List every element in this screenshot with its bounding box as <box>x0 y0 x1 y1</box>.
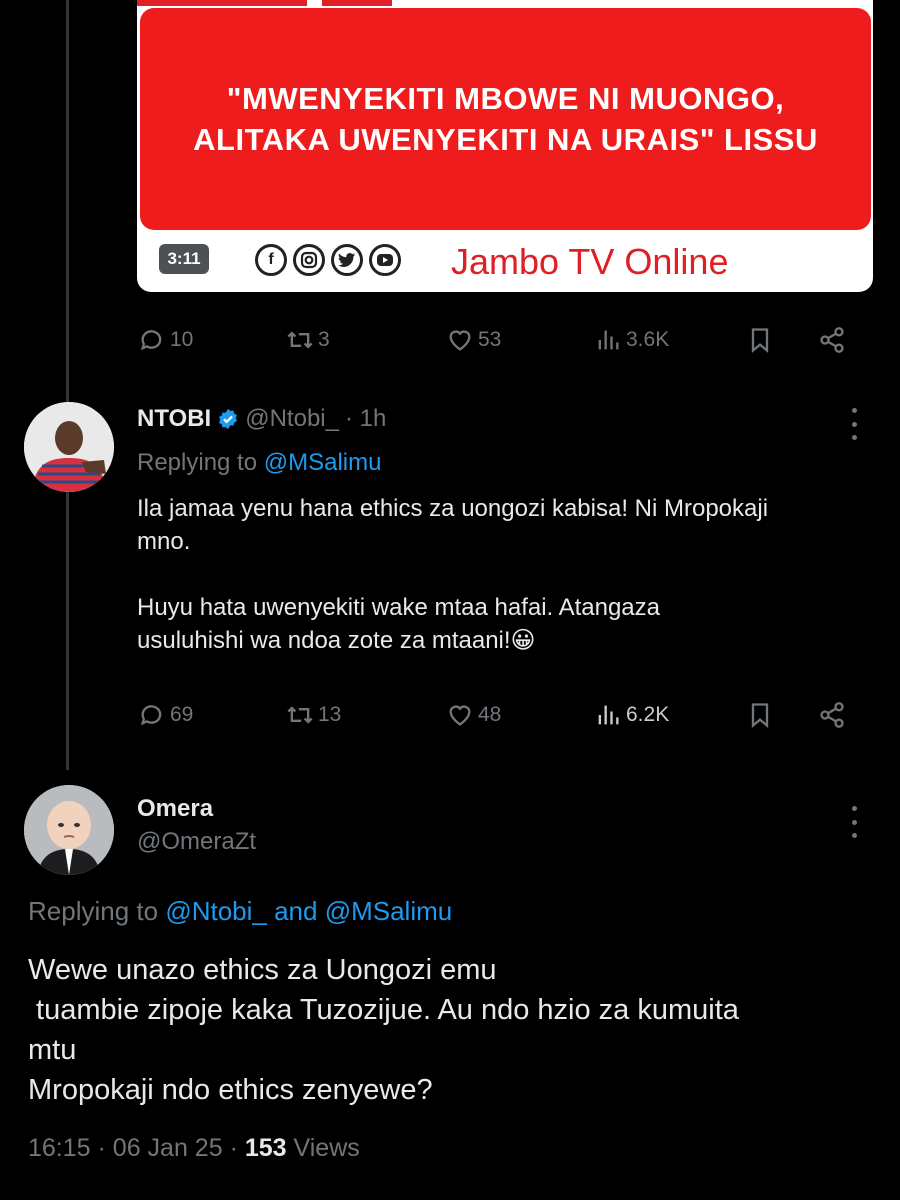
heart-icon <box>449 330 471 351</box>
views-label: Views <box>293 1134 360 1162</box>
like-count: 48 <box>478 703 502 726</box>
bookmark-button[interactable] <box>746 695 774 735</box>
more-options-icon[interactable] <box>852 408 860 440</box>
media-top-strip <box>137 0 873 6</box>
replying-to-link[interactable]: @MSalimu <box>264 449 382 476</box>
bookmark-button[interactable] <box>746 320 774 360</box>
reply-icon <box>140 705 162 726</box>
reply1-text: Ila jamaa yenu hana ethics za uongozi ka… <box>137 492 877 657</box>
retweet-button[interactable]: 13 <box>286 695 341 735</box>
like-button[interactable]: 48 <box>446 695 501 735</box>
headline-line-1: "MWENYEKITI MBOWE NI MUONGO, <box>226 81 785 116</box>
text-line: mno. <box>137 528 191 555</box>
views-count: 153 <box>244 1134 287 1162</box>
retweet-button[interactable]: 3 <box>286 320 330 360</box>
twitter-icon <box>331 244 363 276</box>
bookmark-icon <box>751 328 769 353</box>
instagram-icon <box>293 244 325 276</box>
retweet-icon <box>287 331 313 349</box>
avatar-omera[interactable] <box>24 785 114 875</box>
like-button[interactable]: 53 <box>446 320 501 360</box>
replying-prefix: Replying to <box>137 449 258 476</box>
views-button[interactable]: 3.6K <box>594 320 669 360</box>
avatar-ntobi[interactable] <box>24 402 114 492</box>
bookmark-icon <box>751 703 769 728</box>
analytics-icon <box>598 330 619 350</box>
video-media-card[interactable]: "MWENYEKITI MBOWE NI MUONGO, ALITAKA UWE… <box>137 0 873 292</box>
text-line: Wewe unazo ethics za Uongozi emu <box>28 954 497 986</box>
headline-banner: "MWENYEKITI MBOWE NI MUONGO, ALITAKA UWE… <box>140 8 871 230</box>
video-duration-badge: 3:11 <box>159 244 209 274</box>
retweet-count: 3 <box>318 328 330 351</box>
views-count: 6.2K <box>626 703 670 726</box>
author-handle[interactable]: @Ntobi_ <box>245 405 339 433</box>
facebook-icon: f <box>255 244 287 276</box>
views-button[interactable]: 6.2K <box>594 695 669 735</box>
share-icon <box>820 327 844 353</box>
tweet-action-bar: 10 3 53 3.6K <box>138 320 860 360</box>
reply-count: 69 <box>170 703 194 726</box>
replying-to-link[interactable]: @Ntobi_ and @MSalimu <box>165 896 452 926</box>
post-time[interactable]: · 1h <box>345 405 386 433</box>
reply1-action-bar: 69 13 48 6.2K <box>138 695 860 735</box>
media-footer: 3:11 f Jambo TV Online <box>137 232 873 292</box>
verified-badge-icon <box>219 408 238 430</box>
share-icon <box>820 702 844 728</box>
text-line: tuambie zipoje kaka Tuzozijue. Au ndo hz… <box>28 994 739 1026</box>
headline-line-2: ALITAKA UWENYEKITI NA URAIS" LISSU <box>193 122 818 157</box>
text-line: mtu <box>28 1034 77 1066</box>
retweet-icon <box>287 706 313 724</box>
youtube-icon <box>369 244 401 276</box>
analytics-icon <box>598 705 619 725</box>
share-button[interactable] <box>818 320 846 360</box>
more-options-icon[interactable] <box>852 806 860 838</box>
thread-connector-line <box>66 0 69 770</box>
post-time[interactable]: 16:15 <box>28 1134 91 1162</box>
channel-brand-name: Jambo TV Online <box>451 241 729 282</box>
replying-to: Replying to @Ntobi_ and @MSalimu <box>28 896 452 927</box>
share-button[interactable] <box>818 695 846 735</box>
heart-icon <box>449 705 471 726</box>
reply-count: 10 <box>170 328 194 351</box>
reply-button[interactable]: 69 <box>138 695 193 735</box>
replying-prefix: Replying to <box>28 896 159 926</box>
author-handle[interactable]: @OmeraZt <box>137 828 256 856</box>
main-tweet-text: Wewe unazo ethics za Uongozi emu tuambie… <box>28 950 878 1110</box>
reply1-header: NTOBI @Ntobi_ · 1h <box>137 405 386 433</box>
author-name[interactable]: NTOBI <box>137 405 211 433</box>
views-count: 3.6K <box>626 328 670 351</box>
reply-icon <box>140 330 162 351</box>
retweet-count: 13 <box>318 703 342 726</box>
post-date[interactable]: 06 Jan 25 <box>113 1134 223 1162</box>
author-name[interactable]: Omera <box>137 795 213 823</box>
reply-button[interactable]: 10 <box>138 320 193 360</box>
tweet-meta: 16:15 · 06 Jan 25 · 153 Views <box>28 1134 360 1162</box>
text-line: usuluhishi wa ndoa zote za mtaani!😀 <box>137 627 536 654</box>
text-line: Mropokaji ndo ethics zenyewe? <box>28 1074 433 1106</box>
replying-to: Replying to @MSalimu <box>137 449 381 477</box>
text-line: Huyu hata uwenyekiti wake mtaa hafai. At… <box>137 594 660 621</box>
text-line: Ila jamaa yenu hana ethics za uongozi ka… <box>137 495 769 522</box>
social-icons: f <box>255 244 401 276</box>
like-count: 53 <box>478 328 502 351</box>
